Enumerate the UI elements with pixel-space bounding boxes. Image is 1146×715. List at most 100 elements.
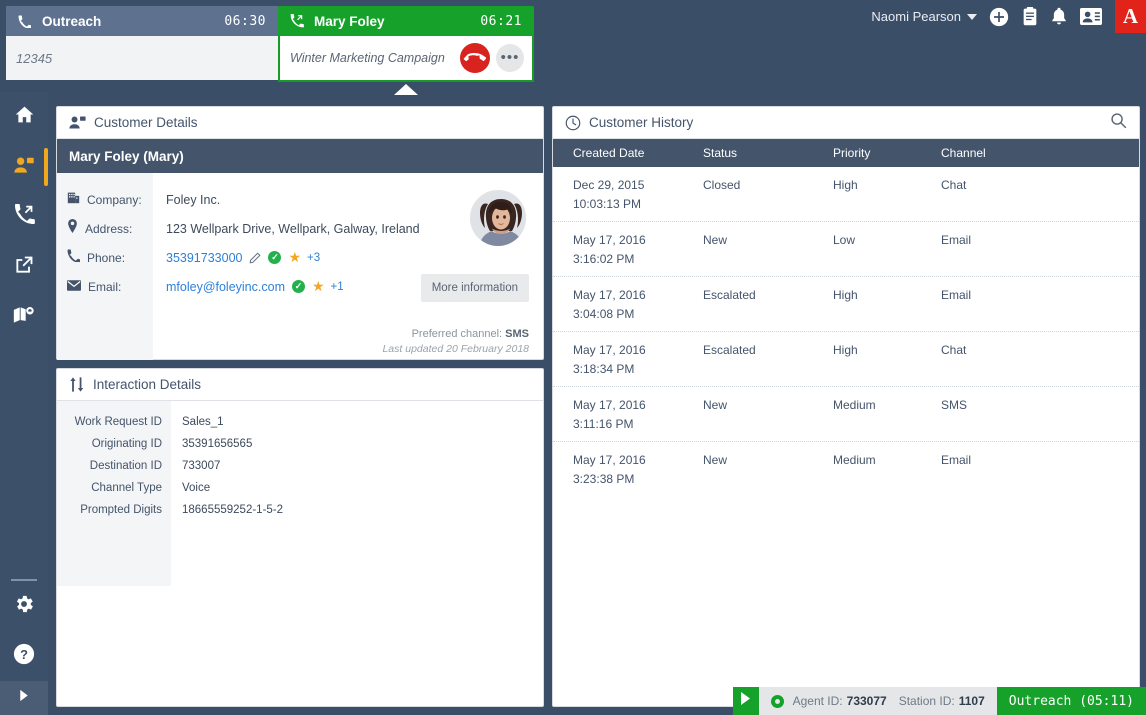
cell-time: 3:11:16 PM [573,417,634,431]
field-label-address-text: Address: [85,221,133,236]
active-tab-pointer [394,84,418,95]
customer-field-values: Foley Inc. 123 Wellpark Drive, Wellpark,… [153,173,543,360]
email-extra-count[interactable]: +1 [331,281,344,293]
chevron-down-icon[interactable] [967,13,977,20]
call-more-options-button[interactable]: ••• [496,44,524,72]
map-icon [13,305,35,330]
history-col-status[interactable]: Status [703,146,833,160]
interaction-details-title: Interaction Details [93,377,202,392]
ellipsis-icon: ••• [500,49,520,66]
cell-priority: Medium [833,398,876,412]
agent-info-block[interactable]: Agent ID: 733077 Station ID: 1107 [758,687,997,715]
tab-mary-foley[interactable]: Mary Foley 06:21 Winter Marketing Campai… [278,6,534,82]
agent-id-label: Agent ID: [792,694,843,708]
sidebar-item-home[interactable] [0,92,48,142]
verified-badge-icon [291,280,305,293]
campaign-status-badge[interactable]: Outreach (05:11) [996,687,1146,715]
help-icon: ? [13,643,35,670]
sidebar-item-external-link[interactable] [0,242,48,292]
tab-mary-foley-title: Mary Foley [314,13,385,29]
preferred-channel-line: Preferred channel: SMS [382,328,529,340]
tab-outreach-body: 12345 [6,36,278,80]
clipboard-icon[interactable] [1022,7,1038,26]
cell-priority: High [833,178,858,192]
cell-status: Closed [703,178,741,192]
history-col-channel[interactable]: Channel [941,146,1139,160]
preferred-channel-label: Preferred channel: [411,328,503,340]
play-icon [740,692,751,710]
add-icon[interactable] [989,7,1009,27]
callback-icon [14,204,35,230]
table-row[interactable]: May 17, 2016 3:18:34 PM Escalated High Ch… [553,332,1139,387]
sidebar-bottom-group: ? [0,579,48,715]
building-icon [67,191,80,209]
more-information-button[interactable]: More information [420,274,529,302]
cell-date: Dec 29, 2015 [573,178,645,192]
customer-history-title: Customer History [589,115,694,130]
customer-details-panel: Customer Details Mary Foley (Mary) Compa… [56,106,544,360]
interaction-value: 35391656565 [182,438,253,450]
field-label-company: Company: [57,185,153,214]
end-call-button[interactable] [460,43,490,73]
app-logo[interactable]: A [1115,0,1146,33]
history-table-header: Created Date Status Priority Channel [553,139,1139,167]
cell-status: Escalated [703,343,756,357]
verified-badge-icon [268,251,282,264]
table-row[interactable]: Dec 29, 2015 10:03:13 PM Closed High Chat [553,167,1139,222]
home-icon [14,104,35,130]
sidebar-item-help[interactable]: ? [0,631,48,681]
tab-outreach-timer: 06:30 [224,13,266,29]
avatar [467,187,529,249]
field-value-email[interactable]: mfoley@foleyinc.com [166,280,285,294]
history-col-created-date[interactable]: Created Date [553,146,703,160]
field-label-phone: Phone: [57,243,153,272]
phone-extra-count[interactable]: +3 [307,252,320,264]
play-button[interactable] [732,687,759,715]
table-row[interactable]: May 17, 2016 3:23:38 PM New Medium Email [553,442,1139,496]
search-icon[interactable] [1110,112,1127,134]
interaction-label: Originating ID [91,438,162,450]
table-row[interactable]: May 17, 2016 3:16:02 PM New Low Email [553,222,1139,277]
cell-time: 3:23:38 PM [573,472,635,486]
cell-time: 3:16:02 PM [573,252,635,266]
field-label-email: Email: [57,272,153,301]
dial-number-value[interactable]: 12345 [16,51,52,66]
contacts-icon[interactable] [1080,8,1102,25]
customer-name: Mary Foley (Mary) [69,148,184,164]
sidebar-item-customer[interactable] [0,142,48,192]
table-row[interactable]: May 17, 2016 3:04:08 PM Escalated High Em… [553,277,1139,332]
cell-priority: High [833,288,858,302]
preferred-star-icon: ★ [311,278,325,294]
sidebar-item-callback[interactable] [0,192,48,242]
gear-icon [13,593,35,620]
svg-text:?: ? [20,646,28,661]
sidebar-item-map[interactable] [0,292,48,342]
left-sidebar: ? [0,92,48,715]
edit-pencil-icon[interactable] [249,251,262,264]
table-row[interactable]: May 17, 2016 3:11:16 PM New Medium SMS [553,387,1139,442]
cell-date: May 17, 2016 [573,453,646,467]
field-value-phone[interactable]: 35391733000 [166,251,242,265]
tab-mary-foley-header[interactable]: Mary Foley 06:21 [278,6,534,36]
field-label-email-text: Email: [88,279,122,294]
bell-icon[interactable] [1051,7,1067,26]
history-col-priority[interactable]: Priority [833,146,941,160]
sidebar-expand-button[interactable] [0,681,48,715]
tab-outreach[interactable]: Outreach 06:30 12345 [6,6,278,80]
customer-history-panel: Customer History Created Date Status Pri… [552,106,1140,707]
interaction-value: 733007 [182,460,221,472]
campaign-name: Winter Marketing Campaign [290,51,445,65]
user-name-label[interactable]: Naomi Pearson [871,9,961,24]
interaction-value: Sales_1 [182,416,224,428]
cell-channel: Chat [941,343,967,357]
station-id-value: 1107 [958,694,985,708]
phone-icon [67,249,82,267]
tab-outreach-header[interactable]: Outreach 06:30 [6,6,278,36]
customer-icon [13,155,35,180]
cell-time: 3:04:08 PM [573,307,635,321]
cell-priority: High [833,343,858,357]
cell-priority: Low [833,233,856,247]
interaction-details-body: Work Request ID Originating ID Destinati… [57,401,543,706]
external-link-icon [14,255,34,280]
sidebar-item-settings[interactable] [0,581,48,631]
